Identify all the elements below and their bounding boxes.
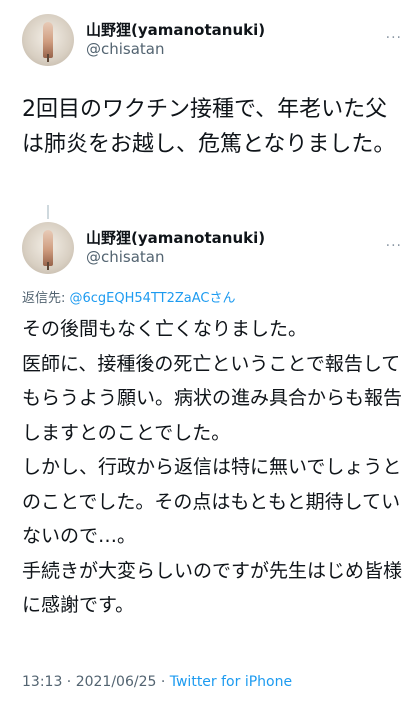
display-name[interactable]: 山野狸(yamanotanuki) [86, 229, 265, 248]
more-options-icon[interactable]: ··· [386, 238, 402, 254]
wine-glass-icon [43, 230, 53, 266]
tweet-text: その後間もなく亡くなりました。 医師に、接種後の死亡ということで報告してもらうよ… [22, 312, 407, 623]
tweet1-header: 山野狸(yamanotanuki) @chisatan [22, 14, 265, 66]
wine-glass-icon [43, 22, 53, 58]
handle[interactable]: @chisatan [86, 248, 265, 267]
source-link[interactable]: Twitter for iPhone [170, 674, 292, 690]
avatar[interactable] [22, 222, 74, 274]
tweet-text-line: 医師に、接種後の死亡ということで報告してもらうよう願い。病状の進み具合からも報告… [22, 352, 403, 444]
reply-prefix: 返信先: [22, 291, 70, 306]
timestamp[interactable]: 13:13 · 2021/06/25 · [22, 674, 170, 690]
handle[interactable]: @chisatan [86, 40, 265, 59]
tweet-text: 2回目のワクチン接種で、年老いた父は肺炎をお越し、危篤となりました。 [22, 97, 396, 157]
author-names: 山野狸(yamanotanuki) @chisatan [86, 21, 265, 59]
display-name[interactable]: 山野狸(yamanotanuki) [86, 21, 265, 40]
author-names: 山野狸(yamanotanuki) @chisatan [86, 229, 265, 267]
tweet-text-line: その後間もなく亡くなりました。 [22, 318, 308, 340]
more-options-icon[interactable]: ··· [386, 30, 402, 46]
tweet-text-line: しかし、行政から返信は特に無いでしょうとのことでした。その点はもともと期待してい… [22, 456, 402, 547]
tweet-thread: 山野狸(yamanotanuki) @chisatan ··· 2回目のワクチン… [0, 0, 420, 710]
tweet-text-line: 手続きが大変らしいのですが先生はじめ皆様に感謝です。 [22, 559, 403, 617]
tweet2-header: 山野狸(yamanotanuki) @chisatan [22, 222, 265, 274]
tweet-metadata: 13:13 · 2021/06/25 · Twitter for iPhone [22, 674, 292, 690]
avatar[interactable] [22, 14, 74, 66]
thread-connector [47, 205, 49, 219]
reply-mention-link[interactable]: @6cgEQH54TT2ZaACさん [70, 291, 236, 306]
reply-to-line: 返信先: @6cgEQH54TT2ZaACさん [22, 287, 236, 306]
